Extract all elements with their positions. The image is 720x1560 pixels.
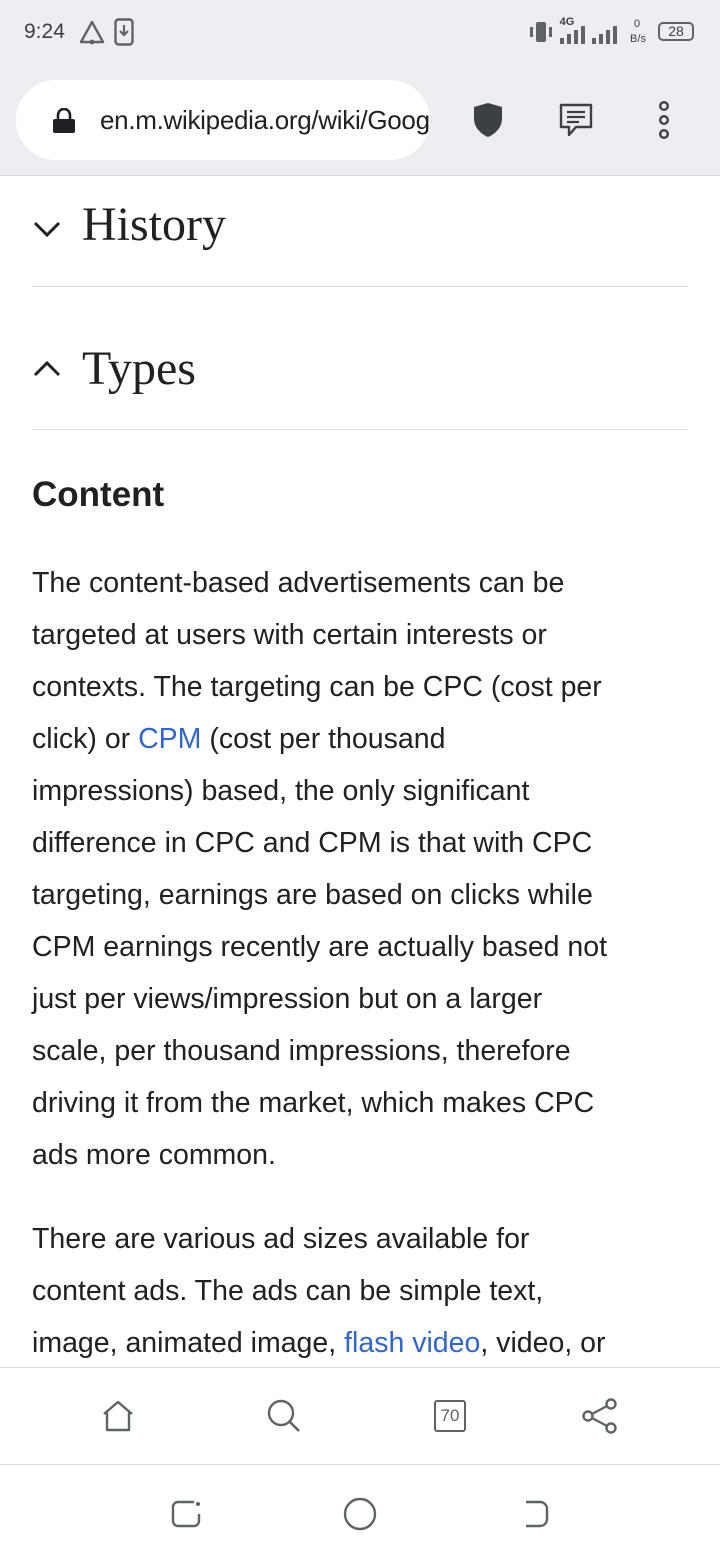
search-icon	[267, 1399, 300, 1432]
paragraph-1: The content-based advertisements can be …	[32, 557, 692, 1181]
home-button[interactable]	[92, 1390, 144, 1442]
signal-icon-1	[560, 26, 585, 44]
para1-line: CPM earnings recently are actually based…	[32, 931, 608, 963]
bottom-toolbar: 70	[0, 1367, 720, 1465]
para1-line: impressions) based, the only significant	[32, 775, 530, 807]
para1-text: click) or	[32, 723, 139, 755]
share-button[interactable]	[574, 1390, 626, 1442]
section-title-types: Types	[82, 342, 196, 395]
para1-line: scale, per thousand impressions, therefo…	[32, 1035, 571, 1067]
download-icon	[114, 18, 134, 46]
para2-line: image, animated image, flash video, vide…	[32, 1317, 692, 1367]
signal-icon-2	[592, 26, 617, 44]
para2-line: There are various ad sizes available for	[32, 1223, 530, 1255]
recents-button[interactable]	[160, 1488, 212, 1540]
chat-icon	[559, 103, 593, 137]
home-nav-button[interactable]	[334, 1488, 386, 1540]
para1-line: click) or CPM (cost per thousand	[32, 713, 692, 765]
more-vert-icon	[659, 101, 669, 139]
chevron-up-icon	[33, 360, 61, 377]
para2-text: image, animated image,	[32, 1327, 345, 1359]
link-cpm[interactable]: CPM	[138, 723, 201, 755]
lock-icon	[53, 108, 75, 133]
shield-button[interactable]	[462, 94, 514, 146]
para1-line: targeting, earnings are based on clicks …	[32, 879, 593, 911]
menu-button[interactable]	[638, 94, 690, 146]
back-icon	[526, 1500, 549, 1528]
warning-icon	[79, 20, 105, 45]
address-bar[interactable]: en.m.wikipedia.org/wiki/Google_AdSense	[16, 80, 430, 160]
para1-line: ads more common.	[32, 1139, 276, 1171]
article-content: History Types Content The content-based …	[0, 177, 720, 1367]
para1-text: (cost per thousand	[201, 723, 446, 755]
url-text[interactable]: en.m.wikipedia.org/wiki/Google_AdSense	[100, 105, 430, 136]
section-types[interactable]: Types	[32, 287, 688, 430]
para2-line: content ads. The ads can be simple text,	[32, 1275, 544, 1307]
browser-toolbar: en.m.wikipedia.org/wiki/Google_AdSense	[0, 64, 720, 176]
tabs-icon: 70	[434, 1400, 466, 1432]
net-speed-value: 0	[633, 18, 641, 30]
para1-line: targeted at users with certain interests…	[32, 619, 547, 651]
search-button[interactable]	[258, 1390, 310, 1442]
para1-line: difference in CPC and CPM is that with C…	[32, 827, 593, 859]
vibrate-icon	[530, 22, 552, 42]
system-nav-bar	[0, 1466, 720, 1560]
para2-text: , video, or	[480, 1327, 606, 1359]
para1-line: driving it from the market, which makes …	[32, 1087, 595, 1119]
tabs-button[interactable]: 70	[424, 1390, 476, 1442]
section-title-history: History	[82, 198, 226, 251]
chevron-down-icon	[33, 221, 61, 238]
circle-home-icon	[343, 1497, 377, 1531]
battery-indicator: 28	[658, 22, 694, 41]
home-icon	[103, 1400, 133, 1432]
link-flash-video[interactable]: flash video	[344, 1327, 480, 1359]
para1-line: just per views/impression but on a large…	[32, 983, 543, 1015]
status-bar: 9:24 4G 0 B/s 28	[0, 0, 720, 64]
share-icon	[582, 1398, 617, 1434]
shield-icon	[474, 103, 502, 137]
section-history[interactable]: History	[32, 177, 688, 287]
net-speed-unit: B/s	[630, 33, 646, 45]
para1-line: The content-based advertisements can be	[32, 567, 565, 599]
status-time: 9:24	[24, 20, 65, 43]
subheading-content: Content	[32, 475, 165, 514]
back-button[interactable]	[508, 1488, 560, 1540]
comments-button[interactable]	[550, 94, 602, 146]
recents-icon	[171, 1500, 201, 1528]
paragraph-2: There are various ad sizes available for…	[32, 1213, 692, 1367]
para1-line: contexts. The targeting can be CPC (cost…	[32, 671, 602, 703]
